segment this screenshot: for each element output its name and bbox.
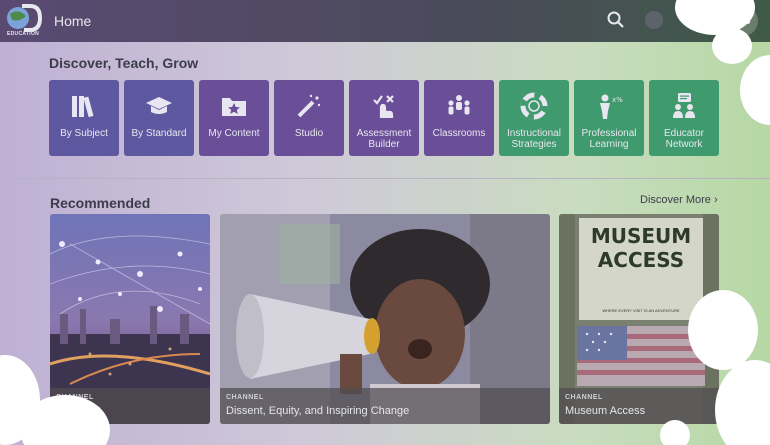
logo-text: EDUCATION [7,31,40,37]
tile-label: By Subject [60,128,108,139]
recommended-card-dissent[interactable]: CHANNEL Dissent, Equity, and Inspiring C… [220,214,550,424]
decorative-blob [712,28,752,64]
decorative-blob [715,360,770,445]
chat-people-icon [670,92,698,120]
card-type: CHANNEL [226,394,264,401]
tile-label: By Standard [131,128,187,139]
discover-more-label: Discover More [640,194,711,206]
decorative-blob [740,55,770,125]
tile-studio[interactable]: Studio [274,80,344,156]
discover-heading: Discover, Teach, Grow [49,55,199,71]
tile-educator-network[interactable]: Educator Network [649,80,719,156]
tile-label: Professional Learning [581,128,637,150]
poster-title: MUSEUM ACCESS [590,224,692,272]
tile-label: Educator Network [663,128,705,150]
tile-by-standard[interactable]: By Standard [124,80,194,156]
decorative-blob [660,420,690,445]
search-icon[interactable] [606,10,626,30]
presenter-icon: x% [595,92,623,120]
tile-instructional-strategies[interactable]: Instructional Strategies [499,80,569,156]
tile-by-subject[interactable]: By Subject [49,80,119,156]
card-caption: CHANNEL Dissent, Equity, and Inspiring C… [220,388,550,424]
discover-tiles: By Subject By Standard My Content Studio… [49,80,719,156]
tile-label: Classrooms [432,128,486,139]
graduation-cap-icon [145,92,173,120]
card-title: Dissent, Equity, and Inspiring Change [226,405,410,417]
group-icon [445,92,473,120]
tile-label: Assessment Builder [356,128,412,150]
poster-tagline: WHERE EVERY VISIT IS AN ADVENTURE [602,308,680,313]
top-nav-bar: EDUCATION Home AS [0,0,770,42]
discover-more-link[interactable]: Discover More › [640,194,718,206]
chevron-right-icon: › [713,194,718,206]
lifebuoy-icon [520,92,548,120]
section-divider [0,178,770,179]
svg-text:x%: x% [612,96,623,104]
magic-wand-icon [295,92,323,120]
tile-assessment-builder[interactable]: Assessment Builder [349,80,419,156]
decorative-blob [688,290,758,370]
recommended-heading: Recommended [50,195,151,211]
recommended-card-code[interactable]: CHANNEL Code 2.2 [50,214,210,424]
notifications-icon[interactable] [645,11,663,29]
star-folder-icon [220,92,248,120]
books-icon [70,92,98,120]
card-caption: CHANNEL Museum Access [559,388,719,424]
check-hand-icon [370,92,398,120]
tile-classrooms[interactable]: Classrooms [424,80,494,156]
tile-label: Instructional Strategies [507,128,561,150]
tile-my-content[interactable]: My Content [199,80,269,156]
card-type: CHANNEL [565,394,603,401]
discovery-education-logo[interactable]: EDUCATION [4,4,43,38]
tile-label: Studio [294,128,324,139]
home-link[interactable]: Home [54,13,91,29]
card-title: Museum Access [565,405,646,417]
tile-professional-learning[interactable]: x% Professional Learning [574,80,644,156]
tile-label: My Content [208,128,260,139]
